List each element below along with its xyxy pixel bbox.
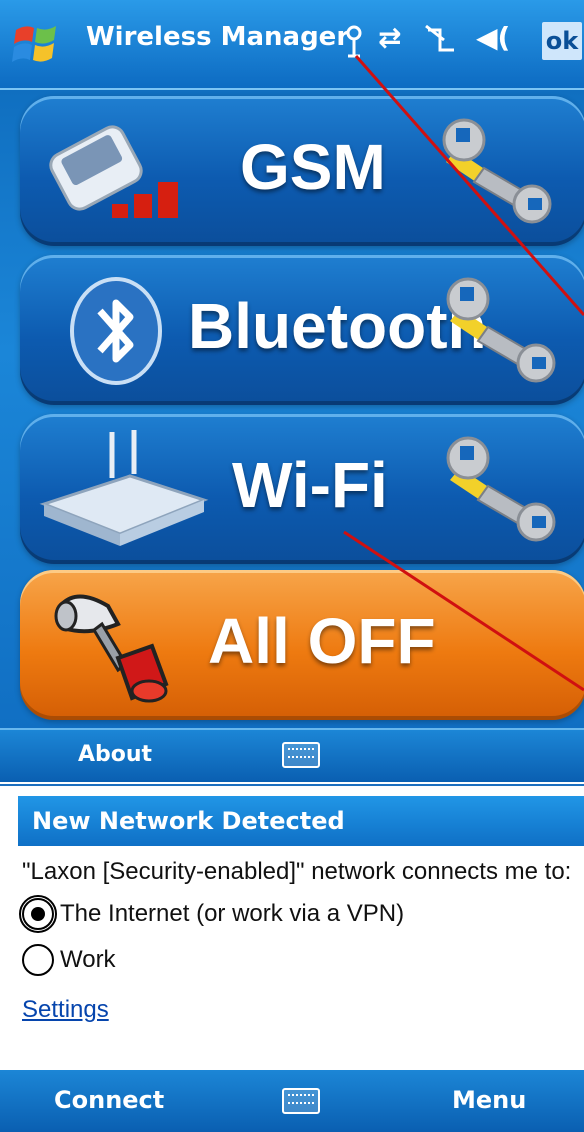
- screenshot-composite: Wireless Manager ⇄ ◀( ok GSM Bluetooth W…: [0, 0, 584, 1132]
- annotation-lines: [343, 55, 584, 692]
